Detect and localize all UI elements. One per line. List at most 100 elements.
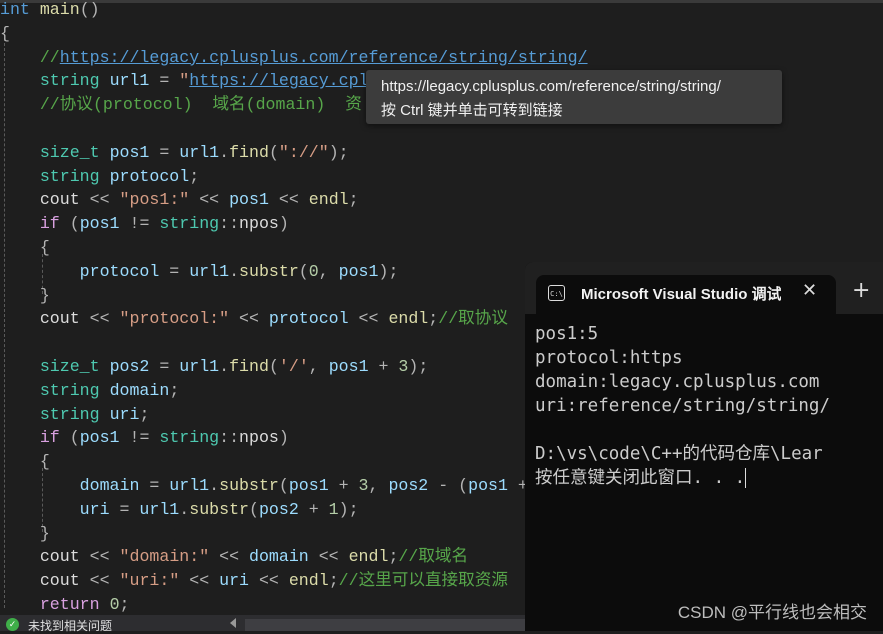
plain-text <box>100 143 110 162</box>
identifier: uri <box>219 571 249 591</box>
code-line[interactable]: cout << "pos1:" << pos1 << endl; <box>0 188 359 212</box>
code-line[interactable]: size_t pos2 = url1.find('/', pos1 + 3); <box>0 355 428 379</box>
punctuation: :: <box>219 214 240 234</box>
code-line[interactable]: if (pos1 != string::npos) <box>0 212 289 236</box>
identifier: pos1 <box>338 261 379 281</box>
identifier: url1 <box>109 71 150 91</box>
code-line[interactable]: } <box>0 284 50 308</box>
punctuation: ( <box>268 357 279 376</box>
code-line[interactable]: cout << "protocol:" << protocol << endl;… <box>0 307 508 331</box>
code-line[interactable]: string url1 = "https://legacy.cplu <box>0 69 379 93</box>
control-keyword: if <box>39 214 60 234</box>
function-name: substr <box>189 499 249 519</box>
code-line[interactable]: int main() <box>0 0 100 22</box>
plain-text: cout <box>39 190 80 210</box>
code-line[interactable]: } <box>0 522 50 546</box>
new-tab-button[interactable]: + <box>852 278 870 303</box>
console-text: domain:legacy.cplusplus.com <box>535 372 820 392</box>
issues-status[interactable]: 未找到相关问题 <box>28 617 112 634</box>
code-line[interactable]: string domain; <box>0 379 179 403</box>
code-line[interactable]: cout << "domain:" << domain << endl;//取域… <box>0 545 468 569</box>
horizontal-scrollbar[interactable] <box>245 619 525 631</box>
punctuation: . <box>209 476 220 495</box>
editor-top-border <box>0 0 883 3</box>
punctuation: << <box>268 190 309 210</box>
punctuation: { <box>39 238 50 257</box>
string-literal: " <box>179 71 190 91</box>
identifier: pos1 <box>288 476 329 495</box>
punctuation: ); <box>408 357 429 376</box>
punctuation: ; <box>139 404 150 424</box>
punctuation: << <box>79 547 120 567</box>
string-literal: '/' <box>278 357 309 376</box>
hyperlink[interactable]: https://legacy.cplusplus.com/reference/s… <box>60 48 588 67</box>
plain-text <box>0 71 40 90</box>
number-literal: 0 <box>308 261 319 281</box>
identifier: url1 <box>179 142 220 162</box>
console-window[interactable]: C:\ Microsoft Visual Studio 调试控制台 ✕ + po… <box>525 262 883 631</box>
console-text: 按任意键关闭此窗口. . . <box>535 468 746 488</box>
console-output-line: D:\vs\code\C++的代码仓库\Lear <box>535 442 823 466</box>
plain-text <box>0 143 40 162</box>
punctuation: + <box>328 476 359 495</box>
punctuation: = <box>149 357 180 376</box>
identifier: protocol <box>79 261 160 281</box>
plain-text <box>100 595 110 614</box>
punctuation: , <box>318 261 339 281</box>
punctuation: . <box>179 499 190 519</box>
identifier: url1 <box>139 499 180 519</box>
plain-text <box>0 428 40 447</box>
code-line[interactable]: string protocol; <box>0 165 199 189</box>
function-name: substr <box>219 476 279 495</box>
function-name: substr <box>239 261 299 281</box>
punctuation: , <box>308 357 329 376</box>
punctuation: << <box>308 547 349 567</box>
identifier: uri <box>109 404 140 424</box>
code-line[interactable]: domain = url1.substr(pos1 + 3, pos2 - (p… <box>0 474 538 498</box>
code-line[interactable]: return 0; <box>0 593 130 617</box>
punctuation: ( <box>298 261 309 281</box>
identifier: domain <box>249 547 309 567</box>
punctuation: ( <box>59 214 80 234</box>
plain-text: npos <box>239 214 279 234</box>
plain-text <box>0 452 40 471</box>
punctuation: = <box>139 476 170 495</box>
code-line[interactable]: string uri; <box>0 403 150 427</box>
type-name: string <box>39 404 100 424</box>
punctuation: != <box>119 428 160 448</box>
punctuation: = <box>109 499 140 519</box>
identifier: url1 <box>189 261 230 281</box>
code-line[interactable]: //https://legacy.cplusplus.com/reference… <box>0 46 588 70</box>
code-line[interactable]: { <box>0 22 10 46</box>
punctuation: () <box>79 0 100 19</box>
hyperlink[interactable]: https://legacy.cplu <box>189 71 378 90</box>
code-line[interactable]: { <box>0 236 50 260</box>
code-line[interactable]: //协议(protocol) 域名(domain) 资 <box>0 93 362 117</box>
comment: //取协议 <box>438 309 508 329</box>
console-tab[interactable]: C:\ Microsoft Visual Studio 调试控制台 ✕ <box>536 275 836 314</box>
punctuation: = <box>149 142 180 162</box>
close-icon[interactable]: ✕ <box>802 280 817 301</box>
punctuation: ( <box>59 428 80 448</box>
text-cursor <box>745 468 747 488</box>
code-line[interactable]: size_t pos1 = url1.find("://"); <box>0 141 349 165</box>
code-line[interactable]: { <box>0 450 50 474</box>
plain-text <box>100 167 110 186</box>
type-name: string <box>39 71 100 91</box>
type-name: size_t <box>39 357 100 376</box>
punctuation: ; <box>189 166 200 186</box>
check-circle-icon: ✓ <box>6 618 19 631</box>
code-line[interactable]: uri = url1.substr(pos2 + 1); <box>0 498 359 522</box>
punctuation: + <box>298 499 329 519</box>
punctuation: + <box>368 357 399 376</box>
code-line[interactable]: cout << "uri:" << uri << endl;//这里可以直接取资… <box>0 569 508 593</box>
string-literal: "://" <box>278 142 329 162</box>
punctuation: ; <box>169 380 180 400</box>
scroll-left-arrow-icon[interactable] <box>230 618 236 628</box>
status-bar: ✓ 未找到相关问题 <box>0 615 525 634</box>
plain-text <box>30 0 40 19</box>
identifier: pos2 <box>388 476 429 495</box>
code-line[interactable]: if (pos1 != string::npos) <box>0 426 289 450</box>
code-line[interactable]: protocol = url1.substr(0, pos1); <box>0 260 399 284</box>
plain-text: cout <box>39 571 80 591</box>
